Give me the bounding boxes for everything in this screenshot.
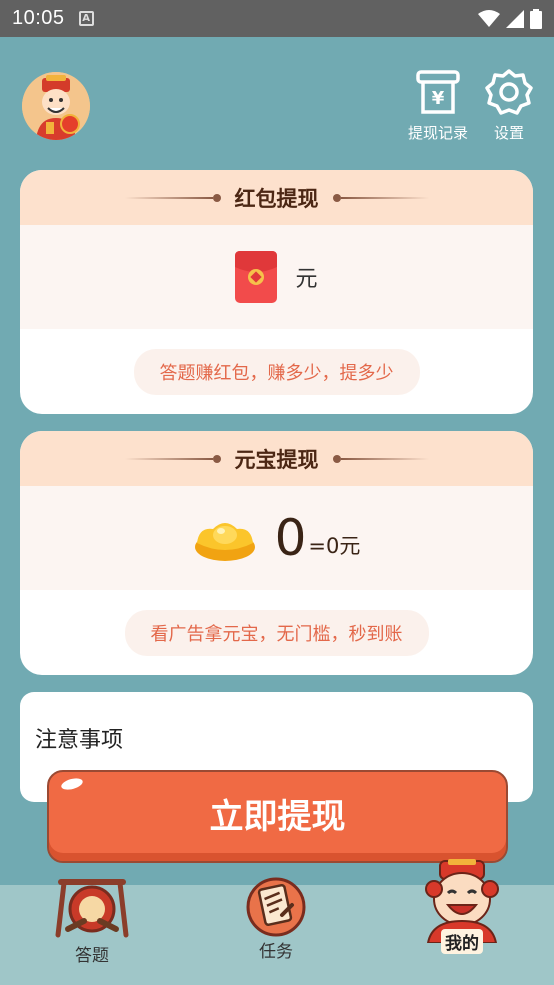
status-bar: 10:05 A	[0, 0, 554, 37]
god-of-wealth-avatar-icon	[22, 72, 90, 140]
redpacket-card-header: 红包提现	[20, 170, 533, 225]
settings-button[interactable]: 设置	[485, 68, 533, 143]
title-decoration-right	[332, 454, 429, 463]
withdraw-now-button[interactable]: 立即提现	[47, 770, 508, 863]
battery-icon	[530, 8, 542, 29]
signal-icon	[506, 9, 524, 28]
withdraw-records-label: 提现记录	[408, 124, 469, 142]
redpacket-balance-row: 元	[20, 225, 533, 329]
status-icons	[478, 8, 542, 29]
svg-text:¥: ¥	[432, 88, 445, 109]
ingot-card-header: 元宝提现	[20, 431, 533, 486]
redpacket-card-title: 红包提现	[234, 186, 319, 211]
nav-tab-mine-label: 我的	[441, 929, 483, 954]
receipt-yen-icon: ¥	[416, 70, 460, 114]
gold-ingot-icon	[194, 523, 255, 561]
gear-icon	[485, 69, 533, 115]
notification-badge-icon: A	[78, 11, 94, 26]
button-shine	[60, 776, 84, 792]
redpacket-card-footer: 答题赚红包，赚多少，提多少	[20, 329, 533, 414]
status-time: 10:05	[12, 7, 65, 29]
wifi-icon	[478, 9, 500, 27]
ingot-equivalent: =0元	[308, 534, 361, 558]
settings-label: 设置	[493, 124, 524, 142]
redpacket-withdraw-card: 红包提现 元 答题赚红包，赚多少，提多少	[20, 170, 533, 414]
nav-tab-tasks-label: 任务	[259, 942, 293, 962]
title-decoration-left	[124, 454, 221, 463]
withdraw-now-label: 立即提现	[209, 797, 346, 837]
ingot-amount: 0	[274, 509, 307, 567]
title-decoration-right	[332, 193, 429, 202]
ingot-balance-row: 0 =0元	[20, 486, 533, 590]
ingot-card-footer: 看广告拿元宝，无门槛，秒到账	[20, 590, 533, 675]
ingot-withdraw-card: 元宝提现 0 =0元 看广告拿元宝，无门槛，秒到账	[20, 431, 533, 675]
redpacket-slogan: 答题赚红包，赚多少，提多少	[133, 348, 420, 395]
ingot-card-title: 元宝提现	[234, 447, 319, 472]
notice-title: 注意事项	[35, 728, 124, 753]
user-avatar[interactable]	[22, 72, 90, 140]
nav-tab-quiz[interactable]: 答题	[54, 875, 130, 966]
nav-tab-quiz-label: 答题	[75, 946, 109, 966]
bottom-navigation: 答题 任务 我的	[0, 859, 554, 985]
withdraw-records-button[interactable]: ¥ 提现记录	[408, 68, 468, 143]
redpacket-amount-unit: 元	[295, 267, 318, 292]
drum-icon	[55, 879, 129, 938]
ingot-slogan: 看广告拿元宝，无门槛，秒到账	[124, 609, 429, 656]
nav-tab-tasks[interactable]: 任务	[238, 875, 314, 962]
red-envelope-icon	[235, 251, 278, 303]
task-scroll-icon	[246, 877, 306, 937]
title-decoration-left	[124, 193, 221, 202]
nav-tab-mine[interactable]: 我的	[418, 859, 506, 954]
